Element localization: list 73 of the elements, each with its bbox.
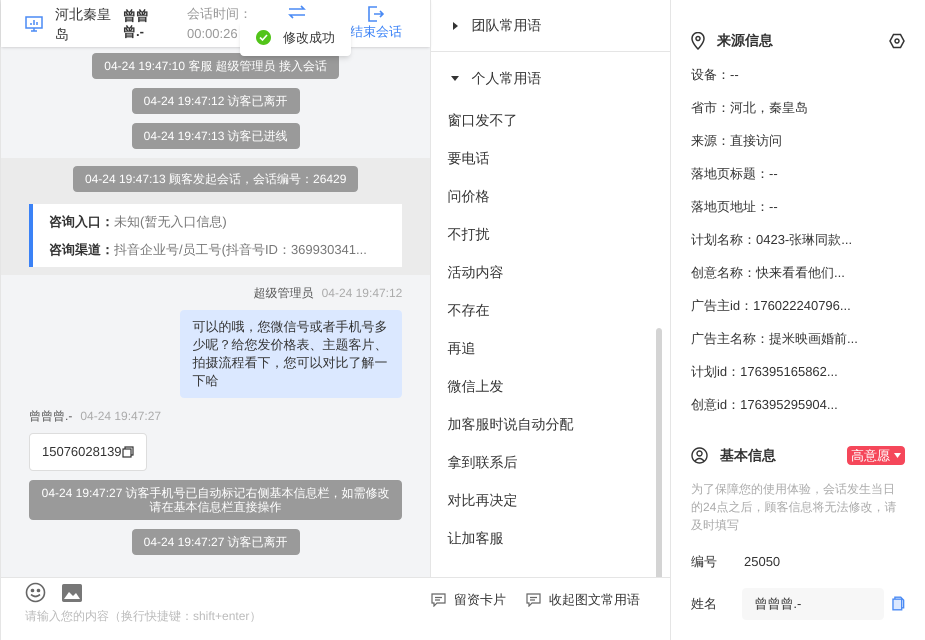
phrase-item[interactable]: 加客服时说自动分配 <box>447 414 640 434</box>
field-label: 姓名 <box>691 594 718 613</box>
message-icon <box>526 592 541 607</box>
info-row-text: 计划id：176395165862... <box>691 363 839 381</box>
field-label: 咨询入口： <box>49 213 114 231</box>
info-row-text: 来源：直接访问 <box>691 132 783 150</box>
field-label: 咨询渠道： <box>49 240 114 258</box>
phrase-item[interactable]: 对比再决定 <box>447 490 640 510</box>
caret-down-icon <box>451 74 460 82</box>
emoji-icon[interactable] <box>25 582 46 603</box>
visitor-location: 河北秦皇岛 <box>55 4 111 44</box>
phrase-item[interactable]: 让加客服 <box>447 528 640 548</box>
toolbar-action[interactable]: 留资卡片 <box>431 590 506 610</box>
agent-message-bubble: 可以的哦，您微信号或者手机号多少呢？给您发价格表、主题客片、拍摄流程看下，您可以对比了解一下哈 <box>180 310 402 398</box>
copy-icon[interactable] <box>122 446 134 458</box>
scrollbar[interactable] <box>656 328 662 577</box>
caret-right-icon <box>451 22 460 30</box>
section-title: 基本信息 <box>720 446 777 465</box>
session-time: 00:00:26 <box>187 24 239 42</box>
location-pin-icon <box>691 32 705 50</box>
check-circle-icon <box>256 30 271 46</box>
system-message: 04-24 19:47:13 访客已进线 <box>132 123 300 149</box>
visitor-name: 曾曾曾.- <box>123 8 150 40</box>
info-row-text: 创意id：176395295904... <box>691 396 839 414</box>
monitor-icon <box>25 16 43 32</box>
session-time-label: 会话时间： <box>187 4 252 22</box>
phrase-item[interactable]: 不打扰 <box>447 224 640 244</box>
system-message: 04-24 19:47:10 客服 超级管理员 接入会话 <box>92 53 340 79</box>
toolbar-action[interactable]: 收起图文常用语 <box>526 590 640 610</box>
phrase-group-toggle[interactable]: 团队常用语 <box>451 15 542 36</box>
sender-name: 超级管理员 <box>254 285 314 302</box>
info-row-text: 设备：-- <box>691 66 740 84</box>
name-input[interactable]: 曾曾曾.- <box>742 588 884 620</box>
phrase-item[interactable]: 活动内容 <box>447 262 640 282</box>
info-row-text: 省市：河北，秦皇岛 <box>691 99 809 117</box>
system-message: 04-24 19:47:12 访客已离开 <box>132 88 300 114</box>
info-row-text: 广告主id：176022240796... <box>691 297 852 315</box>
info-row-text: 创意名称：快来看看他们... <box>691 264 846 282</box>
info-row-text: 落地页地址：-- <box>691 198 779 216</box>
settings-icon[interactable] <box>889 32 905 48</box>
intent-tag[interactable]: 高意愿 <box>847 446 905 466</box>
system-message: 04-24 19:47:13 顾客发起会话，会话编号：26429 <box>72 166 358 192</box>
field-value: 未知(暂无入口信息) <box>114 213 227 231</box>
toast-message: 修改成功 <box>283 29 335 47</box>
phrase-item[interactable]: 微信上发 <box>447 376 640 396</box>
exit-icon <box>368 6 384 22</box>
message-text: 15076028139 <box>42 443 122 461</box>
message-time: 04-24 19:47:12 <box>322 285 402 302</box>
info-row-text: 计划名称：0423-张琳同款... <box>691 231 854 249</box>
notice-text: 为了保障您的使用体验，会话发生当日的24点之后，顾客信息将无法修改，请及时填写 <box>691 481 898 534</box>
phrase-group-toggle[interactable]: 个人常用语 <box>451 68 542 88</box>
phrase-item[interactable]: 窗口发不了 <box>447 110 640 130</box>
phrase-item[interactable]: 问价格 <box>447 186 640 206</box>
transfer-icon[interactable] <box>288 5 306 19</box>
phrase-item[interactable]: 要电话 <box>447 148 640 168</box>
user-circle-icon <box>691 447 708 464</box>
field-value: 抖音企业号/员工号(抖音号ID：369930341... <box>114 240 367 259</box>
message-time: 04-24 19:47:27 <box>80 408 162 425</box>
section-title: 来源信息 <box>717 31 774 50</box>
field-label: 编号 <box>691 553 718 571</box>
phrase-item[interactable]: 拿到联系后 <box>447 452 640 472</box>
image-icon[interactable] <box>62 584 82 602</box>
info-row-text: 落地页标题：-- <box>691 165 779 183</box>
phrase-item[interactable]: 再追 <box>447 338 640 358</box>
phrase-item[interactable]: 不存在 <box>447 300 640 320</box>
message-input[interactable]: 请输入您的内容（换行快捷键：shift+enter） <box>25 607 407 625</box>
system-message: 04-24 19:47:27 访客手机号已自动标记右侧基本信息栏，如需修改请在基本信息栏直接操作 <box>29 480 402 520</box>
info-row-text: 广告主名称：提米映画婚前... <box>691 330 859 348</box>
caret-down-icon <box>894 453 901 458</box>
sender-name: 曾曾曾.- <box>29 408 72 425</box>
system-message: 04-24 19:47:27 访客已离开 <box>132 528 300 554</box>
message-icon <box>431 592 446 607</box>
field-value: 25050 <box>744 553 780 571</box>
